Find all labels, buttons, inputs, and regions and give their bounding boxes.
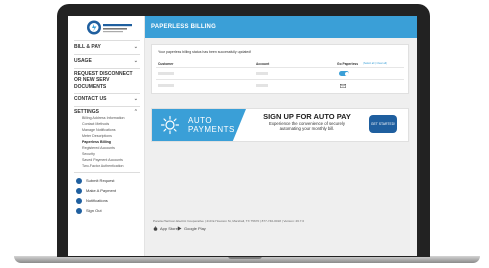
notifications-label: Notifications — [86, 198, 108, 203]
footer-info: Panola-Harrison Electric Cooperative | 4… — [153, 219, 305, 223]
divider — [74, 93, 140, 94]
auto-pay-banner: AUTO PAYMENTS SIGN UP FOR AUTO PAY Exper… — [151, 108, 409, 142]
screen: BILL & PAY ⌄ USAGE ⌄ REQUEST DISCONNECT … — [68, 16, 417, 256]
nav-request-disconnect[interactable]: REQUEST DISCONNECT OR NEW SERV — [74, 71, 138, 83]
sign-out-button[interactable]: Sign Out — [76, 207, 102, 214]
apple-icon — [153, 226, 158, 231]
make-payment-button[interactable]: Make A Payment — [76, 187, 116, 194]
divider — [74, 54, 140, 55]
nav-documents-label: DOCUMENTS — [74, 84, 107, 90]
chevron-down-icon: ⌄ — [133, 44, 138, 50]
nav-request-disconnect-label: REQUEST DISCONNECT OR NEW SERV — [74, 71, 133, 83]
page-header: PAPERLESS BILLING — [145, 16, 417, 38]
sign-out-label: Sign Out — [86, 208, 102, 213]
bell-icon — [76, 197, 82, 204]
banner-title-line1: AUTO — [188, 116, 213, 125]
get-started-button[interactable]: GET STARTED! — [369, 115, 397, 133]
nav-contact-us-label: CONTACT US — [74, 96, 107, 102]
sidebar: BILL & PAY ⌄ USAGE ⌄ REQUEST DISCONNECT … — [68, 16, 145, 256]
banner-description-line2: automating your monthly bill. — [279, 126, 335, 131]
notifications-button[interactable]: Notifications — [76, 197, 108, 204]
paperless-toggle[interactable] — [339, 71, 349, 76]
submit-request-button[interactable]: Submit Request — [76, 177, 114, 184]
settings-item-contact-methods[interactable]: Contact Methods — [82, 122, 109, 126]
nav-usage[interactable]: USAGE ⌄ — [74, 58, 138, 64]
nav-settings[interactable]: SETTINGS ⌃ — [74, 109, 138, 115]
paperless-card: Your paperless billing status has been s… — [151, 44, 409, 94]
google-play-label: Google Play — [184, 226, 206, 231]
submit-request-label: Submit Request — [86, 178, 115, 183]
divider — [74, 172, 140, 173]
settings-item-saved-payment-accounts[interactable]: Saved Payment Accounts — [82, 158, 123, 162]
page-title: PAPERLESS BILLING — [151, 24, 216, 30]
chevron-down-icon: ⌄ — [133, 96, 138, 102]
nav-settings-label: SETTINGS — [74, 109, 100, 115]
nav-contact-us[interactable]: CONTACT US ⌄ — [74, 96, 138, 102]
settings-item-manage-notifications[interactable]: Manage Notifications — [82, 128, 116, 132]
banner-title-line2: PAYMENTS — [188, 125, 235, 134]
banner-headline: SIGN UP FOR AUTO PAY — [263, 112, 351, 121]
nav-usage-label: USAGE — [74, 58, 92, 64]
app-store-label: App Store — [160, 226, 178, 231]
settings-item-meter-descriptions[interactable]: Meter Descriptions — [82, 134, 112, 138]
account-number-redacted — [256, 72, 268, 75]
customer-name-redacted — [158, 84, 174, 87]
settings-item-registered-accounts[interactable]: Registered Accounts — [82, 146, 115, 150]
account-number-redacted — [256, 84, 268, 87]
select-all-link[interactable]: (Select all | Clear all) — [363, 62, 387, 65]
chevron-down-icon: ⌄ — [133, 58, 138, 64]
column-go-paperless: Go Paperless — [337, 62, 359, 66]
nav-documents[interactable]: DOCUMENTS — [74, 84, 138, 90]
google-play-link[interactable]: Google Play — [177, 226, 206, 231]
row-divider — [156, 67, 404, 68]
nav-bill-pay-label: BILL & PAY — [74, 44, 101, 50]
main-content: PAPERLESS BILLING Your paperless billing… — [145, 16, 417, 256]
request-icon — [76, 177, 82, 184]
sign-out-icon — [76, 207, 82, 214]
mail-icon[interactable] — [340, 84, 346, 88]
column-customer: Customer — [158, 62, 174, 66]
company-logo[interactable] — [86, 19, 134, 36]
chevron-up-icon: ⌃ — [133, 109, 138, 115]
settings-item-paperless-billing[interactable]: Paperless Billing — [82, 140, 111, 144]
app-store-link[interactable]: App Store — [153, 226, 178, 231]
divider — [74, 40, 140, 41]
customer-name-redacted — [158, 72, 174, 75]
column-account: Account — [256, 62, 270, 66]
divider — [74, 68, 140, 69]
play-icon — [177, 226, 182, 231]
make-payment-label: Make A Payment — [86, 188, 117, 193]
divider — [74, 106, 140, 107]
sun-icon — [160, 115, 180, 135]
settings-item-billing-address[interactable]: Billing Address Information — [82, 116, 125, 120]
row-divider — [156, 79, 404, 80]
nav-bill-pay[interactable]: BILL & PAY ⌄ — [74, 44, 138, 50]
status-message: Your paperless billing status has been s… — [158, 50, 252, 54]
settings-item-two-factor[interactable]: Two-Factor Authentication — [82, 164, 124, 168]
settings-item-security[interactable]: Security — [82, 152, 95, 156]
payment-icon — [76, 187, 82, 194]
